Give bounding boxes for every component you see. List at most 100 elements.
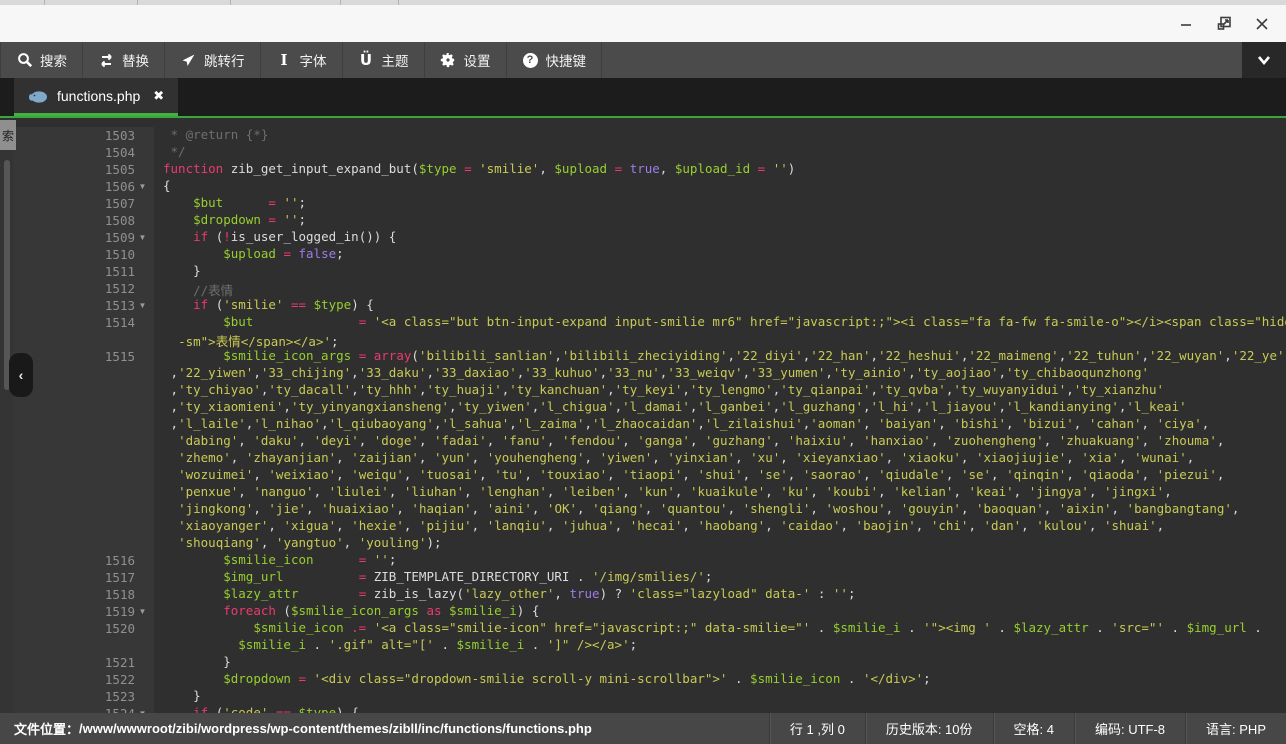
chevron-left-icon: ‹ [19, 367, 24, 383]
status-history-versions[interactable]: 历史版本: 10份 [865, 713, 993, 744]
code-editor[interactable]: 1503 * @return {*}1504 */1505function zi… [0, 120, 1286, 713]
search-panel-vertical-tab[interactable]: 索 [0, 120, 16, 150]
code-text: ,'ty_xiaomieni','ty_yinyangxiansheng','t… [154, 399, 1286, 416]
code-line[interactable]: 'penxue', 'nanguo', 'liulei', 'liuhan', … [0, 484, 1286, 501]
line-number: 1511 [105, 264, 135, 279]
code-line[interactable]: 1507 $but = ''; [0, 195, 1286, 212]
toolbar-button-font[interactable]: I字体 [261, 42, 343, 78]
panel-collapse-handle[interactable]: ‹ [9, 353, 33, 397]
location-pin-icon [180, 52, 197, 69]
code-line[interactable]: 1511 } [0, 263, 1286, 280]
gutter [0, 416, 154, 433]
code-line[interactable]: $smilie_i . '.gif" alt="[' . $smilie_i .… [0, 637, 1286, 654]
tab-close-icon[interactable]: ✖ [153, 88, 164, 104]
gutter: 1511 [0, 263, 154, 280]
minimize-button[interactable] [1178, 16, 1194, 32]
left-scroll-thumb[interactable] [4, 160, 10, 390]
code-text: $img_url = ZIB_TEMPLATE_DIRECTORY_URI . … [154, 569, 1286, 586]
status-encoding[interactable]: 编码: UTF-8 [1074, 713, 1185, 744]
code-line[interactable]: -sm">表情</span></a>'; [0, 331, 1286, 348]
code-line[interactable]: 1517 $img_url = ZIB_TEMPLATE_DIRECTORY_U… [0, 569, 1286, 586]
fold-arrow-icon[interactable]: ▼ [135, 705, 150, 713]
code-line[interactable]: ,'ty_chiyao','ty_dacall','ty_hhh','ty_hu… [0, 382, 1286, 399]
gutter [0, 637, 154, 654]
code-line[interactable]: 1513▼ if ('smilie' == $type) { [0, 297, 1286, 314]
code-text: $smilie_icon = ''; [154, 552, 1286, 569]
code-text: if (!is_user_logged_in()) { [154, 229, 1286, 246]
code-line[interactable]: 1522 $dropdown = '<div class="dropdown-s… [0, 671, 1286, 688]
line-number: 1522 [105, 672, 135, 687]
gear-icon [440, 52, 457, 69]
close-button[interactable] [1254, 16, 1270, 32]
toolbar-button-label: 字体 [300, 50, 327, 70]
code-line[interactable]: 'shouqiang', 'yangtuo', 'youling'); [0, 535, 1286, 552]
gutter: 1513▼ [0, 297, 154, 314]
fold-arrow-icon[interactable]: ▼ [135, 229, 150, 246]
code-line[interactable]: 1510 $upload = false; [0, 246, 1286, 263]
code-text: $but = ''; [154, 195, 1286, 212]
window-controls [1178, 16, 1270, 32]
code-line[interactable]: 1515 $smilie_icon_args = array('bilibili… [0, 348, 1286, 365]
code-line[interactable]: ,'l_laile','l_nihao','l_qiubaoyang','l_s… [0, 416, 1286, 433]
code-text: $upload = false; [154, 246, 1286, 263]
code-line[interactable]: 1521 } [0, 654, 1286, 671]
fold-arrow-icon[interactable]: ▼ [135, 297, 150, 314]
code-line[interactable]: 1504 */ [0, 144, 1286, 161]
gutter: 1503 [0, 127, 154, 144]
line-number: 1520 [105, 621, 135, 636]
code-line[interactable]: 1520 $smilie_icon .= '<a class="smilie-i… [0, 620, 1286, 637]
code-line[interactable]: 1505function zib_get_input_expand_but($t… [0, 161, 1286, 178]
replace-icon [98, 52, 115, 69]
gutter [0, 467, 154, 484]
code-line[interactable]: ,'ty_xiaomieni','ty_yinyangxiansheng','t… [0, 399, 1286, 416]
code-line[interactable]: 'xiaoyanger', 'xigua', 'hexie', 'pijiu',… [0, 518, 1286, 535]
gutter [0, 484, 154, 501]
toolbar-overflow-button[interactable] [1242, 42, 1286, 78]
line-number: 1512 [105, 281, 135, 296]
toolbar-button-settings[interactable]: 设置 [425, 42, 507, 78]
maximize-button[interactable] [1216, 16, 1232, 32]
code-line[interactable]: ,'22_yiwen','33_chijing','33_daku','33_d… [0, 365, 1286, 382]
gutter: 1506▼ [0, 178, 154, 195]
code-line[interactable]: 'wozuimei', 'weixiao', 'weiqu', 'tuosai'… [0, 467, 1286, 484]
code-line[interactable]: 1508 $dropdown = ''; [0, 212, 1286, 229]
code-line[interactable]: 'jingkong', 'jie', 'huaixiao', 'haqian',… [0, 501, 1286, 518]
toolbar-button-label: 跳转行 [204, 50, 245, 70]
status-cursor-position: 行 1 ,列 0 [769, 713, 865, 744]
code-line[interactable]: 1503 * @return {*} [0, 127, 1286, 144]
code-line[interactable]: 'zhemo', 'zhayanjian', 'zaijian', 'yun',… [0, 450, 1286, 467]
code-line[interactable]: 1506▼{ [0, 178, 1286, 195]
toolbar-button-shortcuts[interactable]: ?快捷键 [507, 42, 603, 78]
toolbar-button-label: 搜索 [40, 50, 67, 70]
status-bar: 文件位置： /www/wwwroot/zibi/wordpress/wp-con… [0, 713, 1286, 744]
code-line[interactable]: 1514 $but = '<a class="but btn-input-exp… [0, 314, 1286, 331]
code-text: -sm">表情</span></a>'; [154, 331, 1286, 348]
code-line[interactable]: 1523 } [0, 688, 1286, 705]
gutter: 1510 [0, 246, 154, 263]
code-line[interactable]: 1524▼ if ('code' == $type) { [0, 705, 1286, 713]
fold-arrow-icon[interactable]: ▼ [135, 603, 150, 620]
status-language[interactable]: 语言: PHP [1185, 713, 1286, 744]
code-text: $but = '<a class="but btn-input-expand i… [154, 314, 1286, 331]
gutter: 1514 [0, 314, 154, 331]
code-text: * @return {*} [154, 127, 1286, 144]
status-indent-spaces[interactable]: 空格: 4 [993, 713, 1074, 744]
code-text: 'wozuimei', 'weixiao', 'weiqu', 'tuosai'… [154, 467, 1286, 484]
code-text: } [154, 654, 1286, 671]
toolbar-button-replace[interactable]: 替换 [83, 42, 165, 78]
toolbar-button-theme[interactable]: Ü主题 [343, 42, 425, 78]
code-line[interactable]: 1516 $smilie_icon = ''; [0, 552, 1286, 569]
toolbar-button-goto-line[interactable]: 跳转行 [165, 42, 261, 78]
gutter: 1523 [0, 688, 154, 705]
code-line[interactable]: 1512 //表情 [0, 280, 1286, 297]
toolbar-button-label: 设置 [464, 50, 491, 70]
toolbar-button-search[interactable]: 搜索 [0, 42, 83, 78]
code-line[interactable]: 1518 $lazy_attr = zib_is_lazy('lazy_othe… [0, 586, 1286, 603]
code-line[interactable]: 1509▼ if (!is_user_logged_in()) { [0, 229, 1286, 246]
line-number: 1521 [105, 655, 135, 670]
code-text: $smilie_i . '.gif" alt="[' . $smilie_i .… [154, 637, 1286, 654]
code-line[interactable]: 1519▼ foreach ($smilie_icon_args as $smi… [0, 603, 1286, 620]
tab-functions-php[interactable]: functions.php ✖ [14, 78, 178, 116]
code-line[interactable]: 'dabing', 'daku', 'deyi', 'doge', 'fadai… [0, 433, 1286, 450]
fold-arrow-icon[interactable]: ▼ [135, 178, 150, 195]
